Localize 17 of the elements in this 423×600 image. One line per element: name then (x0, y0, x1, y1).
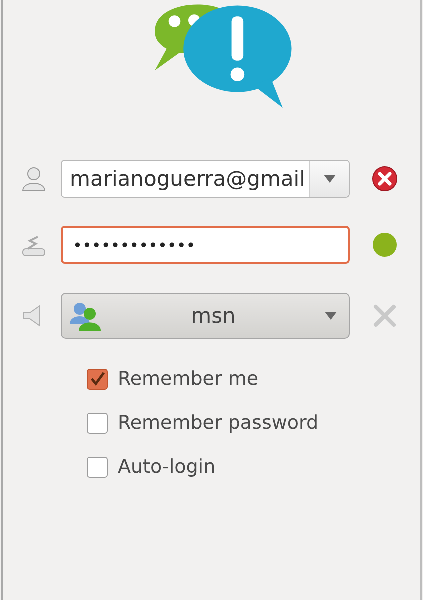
close-icon[interactable] (371, 165, 399, 193)
protocol-dropdown[interactable]: msn (61, 293, 350, 339)
people-icon (68, 300, 102, 332)
caret-icon (325, 312, 337, 320)
checkbox-label[interactable]: Auto-login (118, 456, 216, 478)
caret-icon (324, 175, 336, 183)
account-combo[interactable]: marianoguerra@gmail (61, 160, 350, 198)
password-field[interactable]: ••••••••••••• (61, 226, 350, 264)
user-icon (20, 165, 48, 193)
tools-icon[interactable] (371, 302, 399, 330)
checkbox-label[interactable]: Remember password (118, 412, 319, 434)
dropdown-button[interactable] (309, 161, 349, 197)
status-dot[interactable] (371, 231, 399, 259)
checkbox[interactable] (87, 368, 108, 390)
checkbox-label[interactable]: Remember me (118, 368, 259, 390)
checkbox[interactable] (87, 412, 108, 434)
checkbox[interactable] (87, 456, 108, 478)
